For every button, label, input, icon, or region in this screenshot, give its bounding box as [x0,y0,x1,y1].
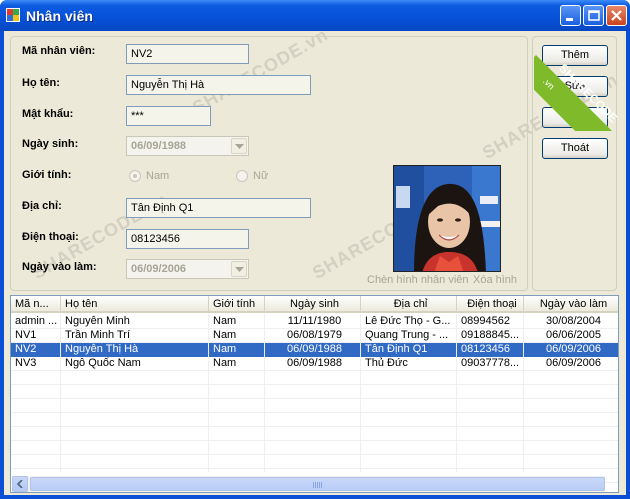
phone-label: Điện thoại: [22,231,79,243]
grid-line [11,454,618,455]
table-cell: Nam [209,343,265,357]
birth-date-picker[interactable]: 06/09/1988 [126,136,249,156]
table-cell: 06/09/1988 [265,357,361,371]
table-cell: Nguyễn Thị Hà [61,343,209,357]
birth-date-dropdown-button[interactable] [231,138,247,154]
table-cell: 06/08/1979 [265,329,361,343]
table-cell: 09037778... [457,357,524,371]
password-label: Mật khẩu: [22,108,74,120]
table-cell: Trần Minh Trí [61,329,209,343]
table-cell: Nam [209,315,265,329]
maximize-button[interactable] [583,5,604,26]
full-name-label: Họ tên: [22,77,60,89]
gender-male-label: Nam [146,170,170,182]
employee-id-label: Mã nhân viên: [22,45,96,57]
chevron-down-icon [235,144,244,149]
employee-photo[interactable] [393,165,501,272]
table-cell: Tân Định Q1 [361,343,457,357]
add-button[interactable]: Thêm [542,45,608,66]
table-cell: 06/09/2006 [524,343,618,357]
table-row[interactable]: NV1 Trần Minh Trí Nam 06/08/1979 Quang Trung… [11,329,618,343]
table-cell: admin ... [11,315,61,329]
table-cell: Lê Đức Thọ - G... [361,315,457,329]
birth-date-value: 06/09/1988 [131,140,187,152]
chevron-left-icon [17,480,23,488]
grid-line [11,468,618,469]
table-row[interactable]: NV3 Ngô Quốc Nam Nam 06/09/1988 Thủ Đức 09037… [11,357,618,371]
hire-date-value: 06/09/2006 [131,263,187,275]
client-area: SHARECODE.vn SHARECODE.vn SHARECODE.vn S… [4,24,630,495]
scroll-thumb[interactable] [30,477,605,491]
table-cell: Nam [209,329,265,343]
minimize-icon [566,18,573,21]
grid-line [11,384,618,385]
grid-column-header[interactable]: Họ tên [61,296,209,313]
table-cell: 30/08/2004 [524,315,618,329]
table-cell: NV2 [11,343,61,357]
scroll-grip-icon [313,482,323,488]
table-cell: 11/11/1980 [265,315,361,329]
hire-date-label: Ngày vào làm: [22,261,97,273]
table-cell: Quang Trung - ... [361,329,457,343]
title-bar[interactable]: Nhân viên [0,0,630,31]
grid-column-header[interactable]: Điện thoại [457,296,524,313]
table-cell: 06/09/2006 [524,357,618,371]
address-label: Địa chỉ: [22,200,62,212]
table-cell: Ngô Quốc Nam [61,357,209,371]
delete-button[interactable]: Xóa [542,107,608,128]
table-cell: NV1 [11,329,61,343]
horizontal-scrollbar[interactable] [12,476,605,492]
employee-photo-image [394,166,500,271]
table-row[interactable]: NV2 Nguyễn Thị Hà Nam 06/09/1988 Tân Định Q1… [11,343,618,357]
hire-date-dropdown-button[interactable] [231,261,247,277]
table-cell: 06/06/2005 [524,329,618,343]
gender-female-label: Nữ [253,170,269,182]
table-cell: 09188845... [457,329,524,343]
scroll-left-button[interactable] [12,476,28,492]
grid-line [11,412,618,413]
hire-date-picker[interactable]: 06/09/2006 [126,259,249,279]
grid-header: Mã n... Họ tên Giới tính Ngày sinh Địa chỉ Đi… [11,296,618,313]
delete-photo-link[interactable]: Xóa hình [473,274,517,286]
table-cell: 08994562 [457,315,524,329]
chevron-down-icon [235,267,244,272]
insert-photo-link[interactable]: Chèn hình nhân viên [367,274,469,286]
edit-button[interactable]: Sửa [542,76,608,97]
employee-info-group: Mã nhân viên: NV2 Họ tên: Nguyễn Thị Hà … [10,36,528,291]
grid-column-header[interactable]: Ngày sinh [265,296,361,313]
employee-window: Nhân viên SHARECODE.vn SHARECODE.vn SHAR… [0,0,630,499]
table-cell: 06/09/1988 [265,343,361,357]
grid-column-header[interactable]: Ngày vào làm [524,296,618,313]
exit-button[interactable]: Thoát [542,138,608,159]
grid-line [11,426,618,427]
address-field[interactable]: Tân Định Q1 [126,198,311,218]
grid-column-header[interactable]: Địa chỉ [361,296,457,313]
table-row[interactable]: admin ... Nguyễn Minh Nam 11/11/1980 Lê Đức … [11,315,618,329]
action-button-group: Thêm Sửa Xóa Thoát [532,36,617,291]
radio-icon [129,170,141,182]
phone-field[interactable]: 08123456 [126,229,249,249]
employee-id-field[interactable]: NV2 [126,44,249,64]
app-icon [6,8,20,22]
grid-column-header[interactable]: Mã n... [11,296,61,313]
table-cell: Thủ Đức [361,357,457,371]
grid-line [11,398,618,399]
birth-date-label: Ngày sinh: [22,138,79,150]
close-button[interactable] [606,5,627,26]
window-title: Nhân viên [26,8,93,24]
table-cell: Nguyễn Minh [61,315,209,329]
employee-grid[interactable]: Mã n... Họ tên Giới tính Ngày sinh Địa chỉ Đi… [10,295,619,493]
maximize-icon [588,10,600,21]
table-cell: Nam [209,357,265,371]
minimize-button[interactable] [560,5,581,26]
close-icon [611,10,622,21]
password-field[interactable]: *** [126,106,211,126]
full-name-field[interactable]: Nguyễn Thị Hà [126,75,311,95]
table-cell: 08123456 [457,343,524,357]
gender-label: Giới tính: [22,169,72,181]
grid-column-header[interactable]: Giới tính [209,296,265,313]
radio-icon [236,170,248,182]
grid-line [11,440,618,441]
table-cell: NV3 [11,357,61,371]
